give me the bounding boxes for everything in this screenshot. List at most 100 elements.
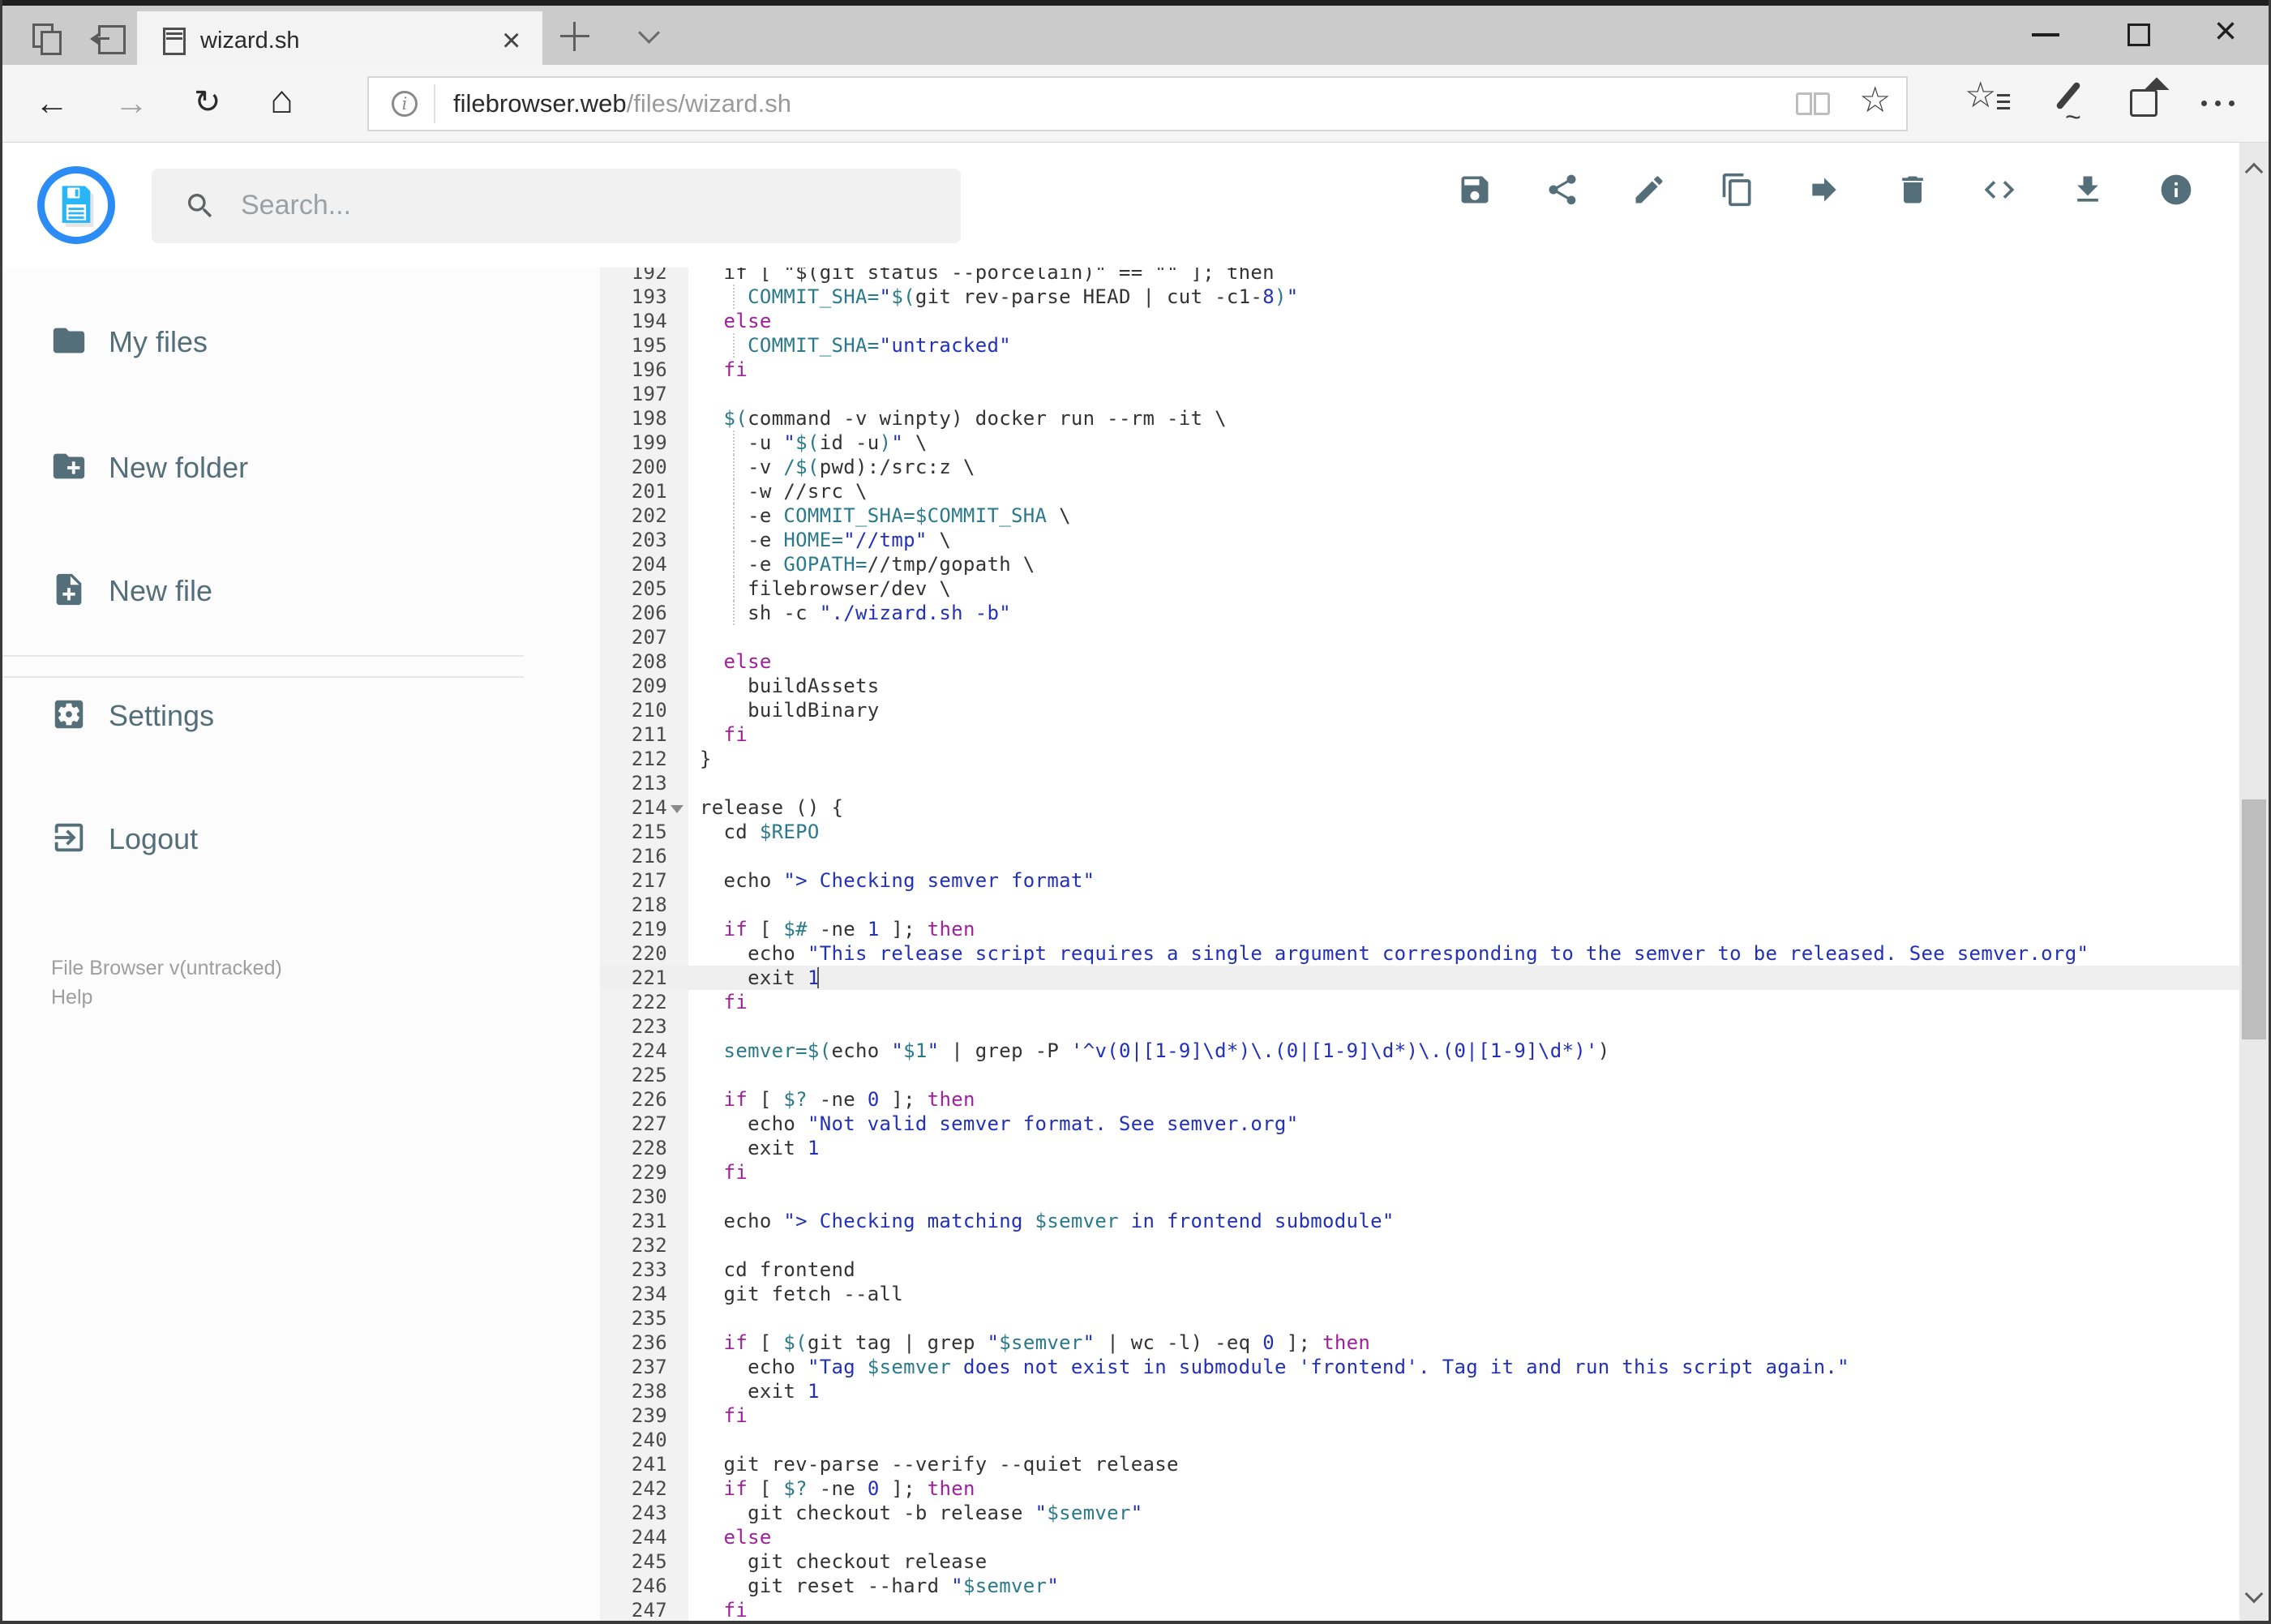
code-editor[interactable]: 192 if [ "$(git status --porcelain)" == …	[600, 268, 2239, 1624]
code-line[interactable]: 228 exit 1	[601, 1136, 2239, 1160]
code-line[interactable]: 225	[601, 1063, 2239, 1087]
sidebar-item-my-files[interactable]: My files	[2, 304, 570, 377]
code-line[interactable]: 236 if [ $(git tag | grep "$semver" | wc…	[601, 1330, 2239, 1355]
code-line[interactable]: 222 fi	[601, 990, 2239, 1014]
code-line[interactable]: 240	[601, 1428, 2239, 1452]
code-line[interactable]: 216	[601, 844, 2239, 868]
code-line[interactable]: 221 exit 1	[601, 966, 2239, 990]
refresh-icon[interactable]: ↻	[194, 86, 221, 118]
url-text[interactable]: filebrowser.web/files/wizard.sh	[453, 89, 791, 118]
address-bar[interactable]: i filebrowser.web/files/wizard.sh ☆	[367, 76, 1908, 131]
code-line[interactable]: 210 buildBinary	[601, 698, 2239, 722]
close-button[interactable]: ×	[2214, 12, 2237, 51]
code-line[interactable]: 226 if [ $? -ne 0 ]; then	[601, 1087, 2239, 1112]
code-line[interactable]: 247 fi	[601, 1598, 2239, 1622]
app-logo[interactable]	[37, 166, 115, 244]
code-line[interactable]: 227 echo "Not valid semver format. See s…	[601, 1112, 2239, 1136]
code-line[interactable]: 245 git checkout release	[601, 1549, 2239, 1574]
code-line[interactable]: 237 echo "Tag $semver does not exist in …	[601, 1355, 2239, 1379]
tab-wizard-sh[interactable]: wizard.sh ×	[137, 11, 542, 71]
code-line[interactable]: 220 echo "This release script requires a…	[601, 941, 2239, 966]
more-dots-icon[interactable]	[2201, 96, 2263, 112]
code-line[interactable]: 193 COMMIT_SHA="$(git rev-parse HEAD | c…	[601, 285, 2239, 309]
code-line[interactable]: 212}	[601, 747, 2239, 771]
code-button[interactable]	[1982, 172, 2017, 208]
code-line[interactable]: 208 else	[601, 649, 2239, 674]
hub-icon[interactable]: ☆	[1965, 75, 2016, 125]
code-line[interactable]: 244 else	[601, 1525, 2239, 1549]
sidebar-item-settings[interactable]: Settings	[2, 678, 570, 751]
code-line[interactable]: 233 cd frontend	[601, 1258, 2239, 1282]
code-line[interactable]: 230	[601, 1185, 2239, 1209]
code-line[interactable]: 246 git reset --hard "$semver"	[601, 1574, 2239, 1598]
search-input[interactable]: Search...	[152, 169, 961, 243]
code-line[interactable]: 202 -e COMMIT_SHA=$COMMIT_SHA \	[601, 503, 2239, 528]
tab-list-chevron-icon[interactable]	[638, 22, 660, 45]
code-line[interactable]: 205 filebrowser/dev \	[601, 576, 2239, 601]
code-line[interactable]: 196 fi	[601, 358, 2239, 382]
sidebar-item-logout[interactable]: Logout	[2, 801, 570, 874]
code-line[interactable]: 201 -w //src \	[601, 479, 2239, 503]
code-line[interactable]: 198 $(command -v winpty) docker run --rm…	[601, 406, 2239, 431]
code-line[interactable]: 200 -v /$(pwd):/src:z \	[601, 455, 2239, 479]
info-button[interactable]	[2158, 172, 2194, 208]
code-line[interactable]: 218	[601, 893, 2239, 917]
code-line[interactable]: 219 if [ $# -ne 1 ]; then	[601, 917, 2239, 941]
code-line[interactable]: 192 if [ "$(git status --porcelain)" == …	[601, 268, 2239, 285]
code-line[interactable]: 213	[601, 771, 2239, 795]
set-aside-tabs-icon[interactable]	[90, 24, 127, 56]
code-line[interactable]: 204 -e GOPATH=//tmp/gopath \	[601, 552, 2239, 576]
code-line[interactable]: 224 semver=$(echo "$1" | grep -P '^v(0|[…	[601, 1039, 2239, 1063]
forward-icon[interactable]: →	[114, 86, 148, 120]
code-line[interactable]: 223	[601, 1014, 2239, 1039]
save-button[interactable]	[1457, 172, 1493, 208]
help-link[interactable]: Help	[51, 986, 92, 1009]
code-line[interactable]: 194 else	[601, 309, 2239, 333]
maximize-button[interactable]	[2127, 24, 2150, 46]
rename-button[interactable]	[1631, 172, 1667, 208]
home-icon[interactable]: ⌂	[270, 81, 294, 120]
share-icon[interactable]	[2130, 77, 2172, 123]
sidebar-item-new-folder[interactable]: New folder	[2, 430, 570, 503]
code-line[interactable]: 199 -u "$(id -u)" \	[601, 431, 2239, 455]
code-line[interactable]: 242 if [ $? -ne 0 ]; then	[601, 1476, 2239, 1501]
code-line[interactable]: 243 git checkout -b release "$semver"	[601, 1501, 2239, 1525]
code-line[interactable]: 234 git fetch --all	[601, 1282, 2239, 1306]
vertical-scrollbar[interactable]	[2239, 143, 2269, 1624]
code-line[interactable]: 232	[601, 1233, 2239, 1258]
copy-button[interactable]	[1720, 172, 1755, 208]
code-line[interactable]: 206 sh -c "./wizard.sh -b"	[601, 601, 2239, 625]
code-line[interactable]: 231 echo "> Checking matching $semver in…	[601, 1209, 2239, 1233]
tab-preview-icon[interactable]	[32, 24, 68, 56]
code-line[interactable]: 238 exit 1	[601, 1379, 2239, 1403]
delete-button[interactable]	[1895, 172, 1930, 208]
code-line[interactable]: 197	[601, 382, 2239, 406]
code-line[interactable]: 214 release () {	[601, 795, 2239, 820]
code-line[interactable]: 203 -e HOME="//tmp" \	[601, 528, 2239, 552]
favorite-star-icon[interactable]: ☆	[1859, 79, 1891, 121]
fold-arrow-icon[interactable]	[671, 805, 683, 813]
code-line[interactable]: 241 git rev-parse --verify --quiet relea…	[601, 1452, 2239, 1476]
scrollbar-thumb[interactable]	[2242, 799, 2266, 1039]
tab-close-icon[interactable]: ×	[502, 24, 521, 57]
code-line[interactable]: 229 fi	[601, 1160, 2239, 1185]
minimize-button[interactable]	[2032, 33, 2059, 36]
code-line[interactable]: 215 cd $REPO	[601, 820, 2239, 844]
code-line[interactable]: 195 COMMIT_SHA="untracked"	[601, 333, 2239, 358]
new-tab-button[interactable]	[560, 22, 589, 51]
code-line[interactable]: 217 echo "> Checking semver format"	[601, 868, 2239, 893]
code-line[interactable]: 209 buildAssets	[601, 674, 2239, 698]
scroll-up-icon[interactable]	[2244, 162, 2264, 182]
code-line[interactable]: 211 fi	[601, 722, 2239, 747]
code-line[interactable]: 207	[601, 625, 2239, 649]
code-line[interactable]: 235	[601, 1306, 2239, 1330]
download-button[interactable]	[2070, 172, 2106, 208]
site-info-icon[interactable]: i	[392, 91, 418, 117]
back-icon[interactable]: ←	[35, 86, 69, 120]
scroll-down-icon[interactable]	[2244, 1584, 2264, 1604]
sidebar-item-new-file[interactable]: New file	[2, 553, 570, 626]
code-line[interactable]: 239 fi	[601, 1403, 2239, 1428]
annotate-pen-icon[interactable]: ~	[2047, 79, 2096, 131]
move-button[interactable]	[1806, 172, 1842, 208]
share-button[interactable]	[1545, 172, 1580, 208]
